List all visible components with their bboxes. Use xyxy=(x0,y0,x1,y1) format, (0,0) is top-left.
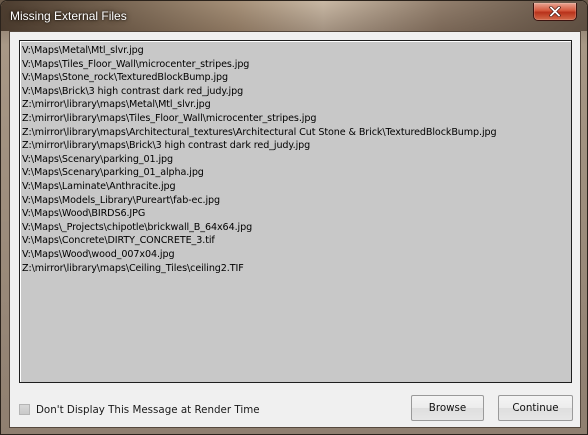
file-list-item[interactable]: V:\Maps\Concrete\DIRTY_CONCRETE_3.tif xyxy=(22,234,571,248)
file-list: V:\Maps\Metal\Mtl_slvr.jpg V:\Maps\Tiles_… xyxy=(22,44,571,275)
file-list-item[interactable]: V:\Maps\Tiles_Floor_Wall\microcenter_str… xyxy=(22,58,571,72)
missing-files-list[interactable]: V:\Maps\Metal\Mtl_slvr.jpg V:\Maps\Tiles_… xyxy=(19,40,572,383)
file-list-item[interactable]: Z:\mirror\library\maps\Architectural_tex… xyxy=(22,126,571,140)
file-list-item[interactable]: V:\Maps\Models_Library\Pureart\fab-ec.jp… xyxy=(22,194,571,208)
title-bar[interactable]: Missing External Files xyxy=(1,1,587,31)
file-list-item[interactable]: Z:\mirror\library\maps\Tiles_Floor_Wall\… xyxy=(22,112,571,126)
file-list-item[interactable]: V:\Maps\Wood\wood_007x04.jpg xyxy=(22,248,571,262)
file-list-item[interactable]: V:\Maps\Laminate\Anthracite.jpg xyxy=(22,180,571,194)
file-list-item[interactable]: V:\Maps\Scenary\parking_01.jpg xyxy=(22,153,571,167)
file-list-item[interactable]: V:\Maps\Metal\Mtl_slvr.jpg xyxy=(22,44,571,58)
window-title: Missing External Files xyxy=(10,9,127,23)
file-list-item[interactable]: V:\Maps\Scenary\parking_01_alpha.jpg xyxy=(22,166,571,180)
file-list-item[interactable]: V:\Maps\Brick\3 high contrast dark red_j… xyxy=(22,85,571,99)
file-list-item[interactable]: V:\Maps\Stone_rock\TexturedBlockBump.jpg xyxy=(22,71,571,85)
dont-display-label: Don't Display This Message at Render Tim… xyxy=(36,403,260,416)
close-icon xyxy=(549,6,561,17)
dialog-body: V:\Maps\Metal\Mtl_slvr.jpg V:\Maps\Tiles_… xyxy=(9,31,581,428)
file-list-item[interactable]: Z:\mirror\library\maps\Metal\Mtl_slvr.jp… xyxy=(22,98,571,112)
file-list-item[interactable]: V:\Maps\Wood\BIRDS6.JPG xyxy=(22,207,571,221)
browse-button[interactable]: Browse xyxy=(411,395,484,421)
missing-external-files-dialog: Missing External Files V:\Maps\Metal\Mtl… xyxy=(0,0,588,435)
dont-display-option[interactable]: Don't Display This Message at Render Tim… xyxy=(19,402,260,417)
close-button[interactable] xyxy=(533,3,577,21)
file-list-item[interactable]: Z:\mirror\library\maps\Brick\3 high cont… xyxy=(22,139,571,153)
file-list-item[interactable]: V:\Maps\_Projects\chipotle\brickwall_B_6… xyxy=(22,221,571,235)
file-list-item[interactable]: Z:\mirror\library\maps\Ceiling_Tiles\cei… xyxy=(22,262,571,276)
continue-button[interactable]: Continue xyxy=(498,395,573,421)
dont-display-checkbox[interactable] xyxy=(19,404,30,415)
